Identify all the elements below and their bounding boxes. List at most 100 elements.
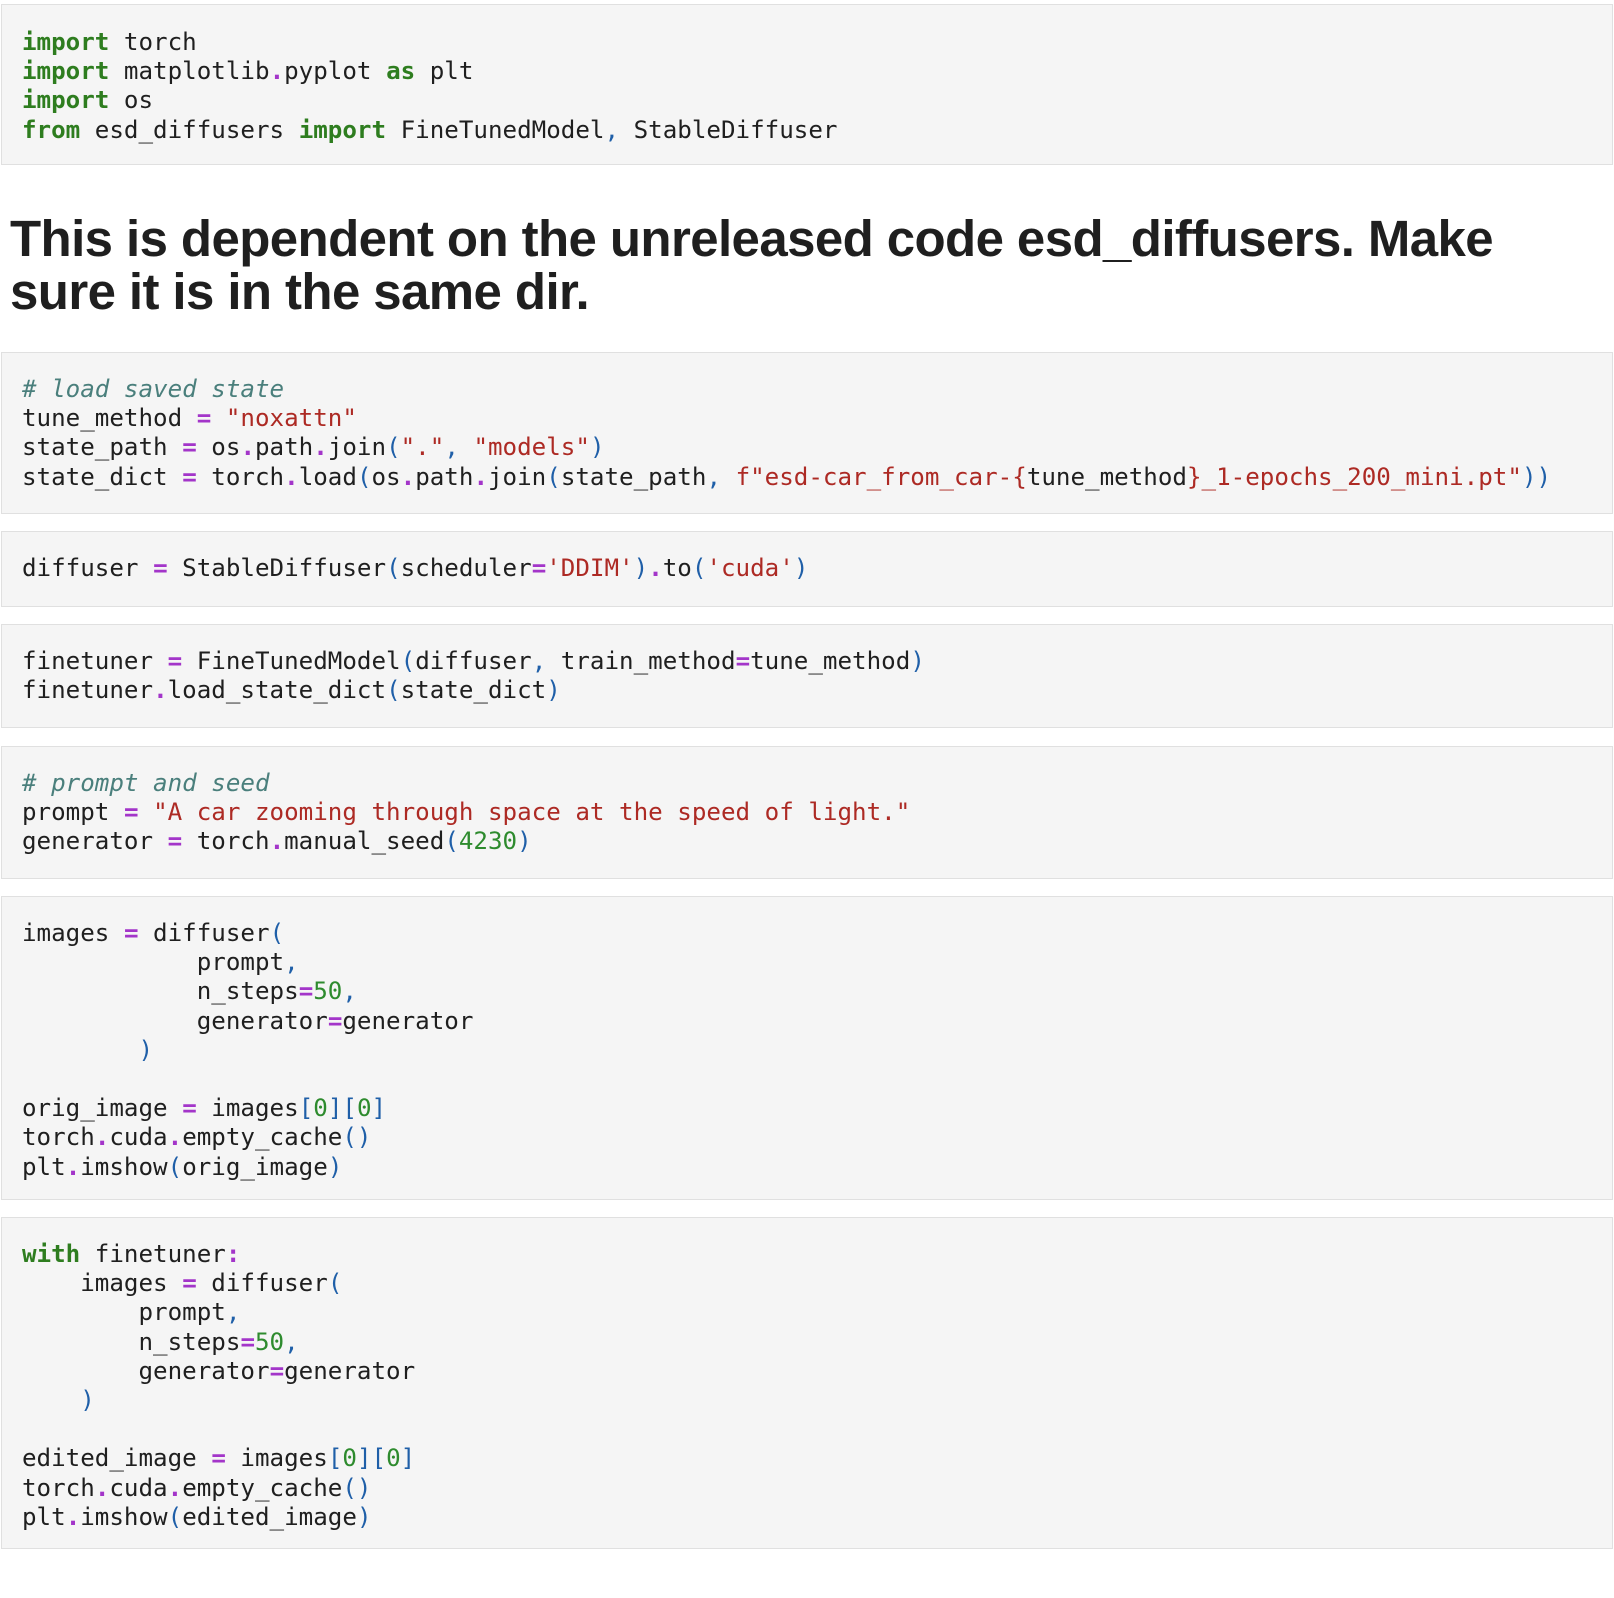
operator-token: . <box>167 1123 183 1152</box>
punctuation-token: [ <box>327 1444 343 1473</box>
operator-token: . <box>65 1502 81 1531</box>
code-text: train_method <box>546 647 736 675</box>
punctuation-token: ) <box>633 554 649 582</box>
keyword-token: import <box>22 86 110 115</box>
code-text: generator <box>284 1356 416 1385</box>
operator-token: . <box>65 1152 81 1181</box>
operator-token: . <box>153 676 168 705</box>
code-block[interactable]: import torch import matplotlib.pyplot as … <box>22 28 838 145</box>
punctuation-token: ( <box>691 554 707 582</box>
code-line: finetuner.load_state_dict(state_dict) <box>22 676 925 705</box>
code-line: finetuner = FineTunedModel(diffuser, tra… <box>22 647 925 676</box>
punctuation-token: ( <box>386 676 401 705</box>
operator-token: = <box>298 977 314 1006</box>
operator-token: = <box>240 1327 255 1356</box>
code-text: finetuner <box>80 1240 226 1268</box>
operator-token: = <box>167 827 183 856</box>
punctuation-token: , <box>284 948 299 977</box>
code-line: orig_image = images[0][0] <box>22 1094 473 1123</box>
code-block[interactable]: finetuner = FineTunedModel(diffuser, tra… <box>22 647 925 705</box>
punctuation-token: ( <box>269 919 285 947</box>
code-line: torch.cuda.empty_cache() <box>22 1474 415 1503</box>
punctuation-token: ( <box>327 1269 343 1298</box>
code-cell-finetuner[interactable]: finetuner = FineTunedModel(diffuser, tra… <box>1 624 1613 728</box>
code-block[interactable]: with finetuner: images = diffuser( promp… <box>22 1240 415 1532</box>
code-text: manual_seed <box>284 827 445 856</box>
operator-token: . <box>94 1123 110 1152</box>
punctuation-token: ( <box>356 462 372 491</box>
code-text: state_path <box>22 433 183 462</box>
code-text: esd_diffusers <box>80 115 299 144</box>
code-line: prompt, <box>22 948 473 977</box>
punctuation-token: ( <box>167 1152 183 1181</box>
number-token: 50 <box>255 1327 285 1356</box>
code-text: imshow <box>80 1502 168 1531</box>
code-cell-diffuser[interactable]: diffuser = StableDiffuser(scheduler='DDI… <box>1 531 1613 607</box>
keyword-token: import <box>22 57 110 86</box>
code-text: matplotlib <box>109 57 270 86</box>
operator-token: = <box>211 1444 226 1473</box>
code-text: scheduler <box>400 554 532 582</box>
code-text: prompt <box>22 1298 226 1327</box>
code-cell-prompt-seed[interactable]: # prompt and seed prompt = "A car zooming… <box>1 746 1613 879</box>
code-line: edited_image = images[0][0] <box>22 1444 415 1473</box>
operator-token: = <box>153 554 168 582</box>
code-block[interactable]: # prompt and seed prompt = "A car zooming… <box>22 769 910 857</box>
code-line: plt.imshow(orig_image) <box>22 1153 473 1182</box>
punctuation-token: , <box>604 115 620 144</box>
punctuation-token: ) <box>910 647 925 675</box>
code-text: empty_cache <box>182 1123 343 1152</box>
number-token: 0 <box>342 1444 357 1473</box>
operator-token: = <box>735 647 751 675</box>
code-text: generator <box>22 1356 270 1385</box>
punctuation-token: ( <box>386 554 401 582</box>
code-text: load <box>298 462 357 491</box>
code-line: # prompt and seed <box>22 769 910 798</box>
code-line: images = diffuser( <box>22 919 473 948</box>
code-cell-orig-image[interactable]: images = diffuser( prompt, n_steps=50, g… <box>1 896 1613 1200</box>
code-text: StableDiffuser <box>167 554 387 582</box>
number-token: 0 <box>356 1094 372 1123</box>
operator-token: = <box>182 1094 197 1123</box>
punctuation-token: ( <box>444 827 459 856</box>
code-text: empty_cache <box>182 1473 343 1502</box>
code-line: ) <box>22 1386 415 1415</box>
code-line: images = diffuser( <box>22 1269 415 1298</box>
code-cell-imports[interactable]: import torch import matplotlib.pyplot as … <box>1 4 1613 165</box>
punctuation-token: ) <box>517 827 532 856</box>
code-text: finetuner <box>22 647 168 675</box>
punctuation-token: ) <box>356 1502 372 1531</box>
code-text: images <box>225 1444 328 1473</box>
string-token: "noxattn" <box>225 404 357 433</box>
operator-token: . <box>648 554 663 582</box>
code-block[interactable]: # load saved state tune_method = "noxattn… <box>22 375 1551 492</box>
code-text: tune_method <box>22 404 197 433</box>
code-block[interactable]: diffuser = StableDiffuser(scheduler='DDI… <box>22 554 808 583</box>
string-token: "A car zooming through space at the spee… <box>153 798 911 827</box>
string-token: }_1-epochs_200_mini.pt" <box>1187 462 1522 491</box>
code-text: imshow <box>80 1152 168 1181</box>
operator-token: . <box>240 433 255 462</box>
keyword-token: as <box>386 57 416 86</box>
punctuation-token: , <box>531 647 547 675</box>
code-text: state_dict <box>400 676 547 705</box>
code-text: os <box>371 462 401 491</box>
code-line: generator=generator <box>22 1357 415 1386</box>
code-cell-edited-image[interactable]: with finetuner: images = diffuser( promp… <box>1 1217 1613 1549</box>
operator-token: = <box>182 462 197 491</box>
code-text: torch <box>182 827 270 856</box>
operator-token: = <box>182 433 197 462</box>
code-text: load_state_dict <box>167 676 387 705</box>
code-text: path <box>415 462 474 491</box>
string-token: 'cuda' <box>706 554 794 582</box>
punctuation-token: () <box>342 1123 372 1152</box>
punctuation-token: ) <box>80 1385 95 1414</box>
code-cell-load-state[interactable]: # load saved state tune_method = "noxattn… <box>1 352 1613 514</box>
punctuation-token: ( <box>546 462 561 491</box>
code-text: cuda <box>109 1123 168 1152</box>
code-block[interactable]: images = diffuser( prompt, n_steps=50, g… <box>22 919 473 1182</box>
